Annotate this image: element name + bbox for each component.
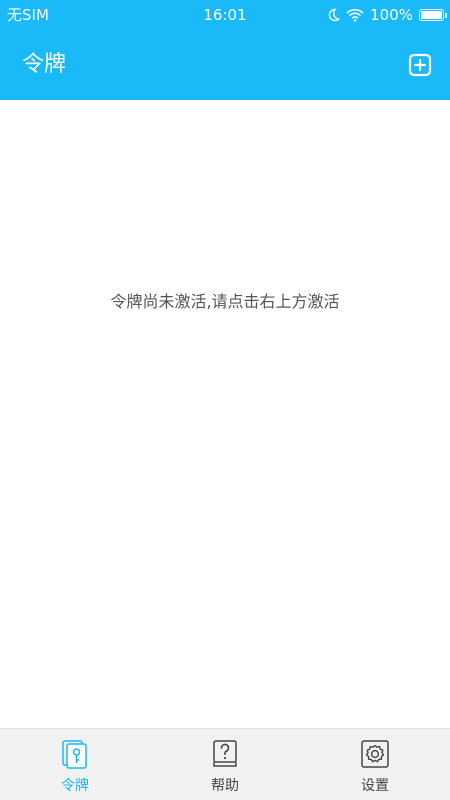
status-bar: 无SIM 16:01 100%: [0, 0, 450, 30]
status-icons: 100%: [320, 0, 447, 30]
header: 无SIM 16:01 100% 令牌: [0, 0, 450, 100]
battery-fill: [421, 11, 442, 19]
tab-label: 设置: [361, 778, 389, 794]
token-icon: [62, 740, 87, 769]
empty-state-message: 令牌尚未激活,请点击右上方激活: [110, 292, 340, 311]
battery-percent: 100%: [370, 6, 413, 24]
moon-icon: [328, 8, 341, 22]
tab-bar: 令牌 帮助 设置: [0, 728, 450, 800]
page-title: 令牌: [22, 52, 67, 77]
wifi-icon: [346, 9, 364, 22]
help-book-icon: [213, 740, 237, 767]
main-content: 令牌尚未激活,请点击右上方激活: [0, 100, 450, 728]
tab-settings[interactable]: 设置: [300, 729, 450, 800]
tab-token[interactable]: 令牌: [0, 729, 150, 800]
navbar: 令牌: [0, 30, 450, 100]
tab-help[interactable]: 帮助: [150, 729, 300, 800]
battery-icon: [419, 9, 447, 21]
tab-label: 帮助: [211, 778, 239, 794]
tab-label: 令牌: [61, 778, 89, 794]
gear-icon: [361, 740, 389, 768]
add-token-button[interactable]: [408, 53, 432, 77]
